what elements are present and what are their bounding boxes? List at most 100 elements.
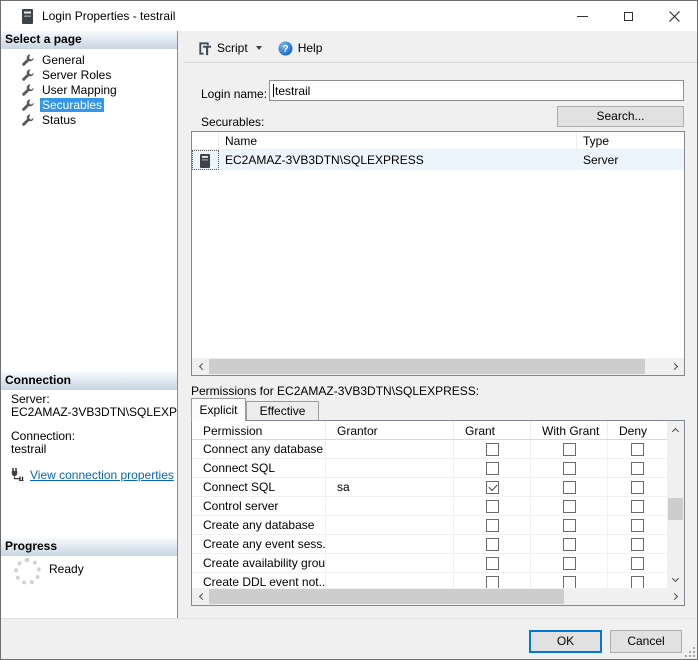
script-button[interactable]: Script — [192, 38, 267, 59]
login-name-value: testrail — [275, 84, 310, 98]
permission-name: Connect SQL — [192, 459, 326, 477]
scroll-down-arrow[interactable] — [667, 571, 684, 588]
scroll-left-arrow[interactable] — [192, 588, 209, 605]
script-icon — [197, 41, 212, 56]
text-caret — [273, 84, 274, 97]
title-bar[interactable]: Login Properties - testrail — [1, 1, 697, 31]
view-connection-properties-link[interactable]: View connection properties — [30, 469, 174, 481]
deny-checkbox[interactable] — [631, 538, 644, 551]
server-app-icon — [22, 9, 34, 27]
connection-value: testrail — [11, 443, 177, 455]
script-dropdown-icon[interactable] — [256, 46, 262, 50]
deny-column-header[interactable]: Deny — [608, 421, 667, 439]
permissions-hscrollbar[interactable] — [192, 588, 684, 605]
deny-checkbox[interactable] — [631, 462, 644, 475]
login-name-input[interactable]: testrail — [269, 80, 684, 101]
scroll-right-arrow[interactable] — [667, 358, 684, 375]
grant-checkbox[interactable] — [486, 481, 499, 494]
permission-name: Create DDL event not... — [192, 573, 326, 588]
with-grant-checkbox[interactable] — [563, 443, 576, 456]
sidebar-item-status[interactable]: Status — [1, 112, 177, 127]
deny-checkbox[interactable] — [631, 443, 644, 456]
grant-checkbox[interactable] — [486, 576, 499, 589]
wrench-icon — [22, 69, 34, 81]
grant-checkbox[interactable] — [486, 519, 499, 532]
securables-list: Name Type EC2AMAZ-3VB3DTN\SQLEXPRESS Ser… — [191, 131, 685, 376]
permission-grantor — [326, 535, 454, 553]
server-icon — [200, 154, 211, 171]
tab-effective[interactable]: Effective — [246, 401, 319, 421]
type-column-header[interactable]: Type — [577, 132, 684, 149]
scroll-up-arrow[interactable] — [667, 421, 684, 438]
with-grant-checkbox[interactable] — [563, 538, 576, 551]
scroll-thumb[interactable] — [209, 589, 564, 604]
search-button[interactable]: Search... — [557, 106, 684, 127]
deny-checkbox[interactable] — [631, 481, 644, 494]
login-name-label: Login name: — [201, 87, 267, 101]
permissions-grid-header: Permission Grantor Grant With Grant Deny — [192, 421, 667, 440]
with-grant-checkbox[interactable] — [563, 519, 576, 532]
permission-grantor — [326, 497, 454, 515]
deny-checkbox[interactable] — [631, 500, 644, 513]
minimize-button[interactable] — [559, 1, 605, 31]
help-button[interactable]: ? Help — [273, 38, 328, 59]
grant-column-header[interactable]: Grant — [454, 421, 531, 439]
with-grant-checkbox[interactable] — [563, 557, 576, 570]
sidebar-item-label: General — [40, 53, 87, 67]
deny-checkbox[interactable] — [631, 576, 644, 589]
name-column-header[interactable]: Name — [219, 132, 577, 149]
permission-name: Create availability group — [192, 554, 326, 572]
grant-checkbox[interactable] — [486, 557, 499, 570]
permission-name: Control server — [192, 497, 326, 515]
with-grant-checkbox[interactable] — [563, 576, 576, 589]
permission-grantor — [326, 440, 454, 458]
securables-hscrollbar[interactable] — [192, 358, 684, 375]
sidebar-item-user-mapping[interactable]: User Mapping — [1, 82, 177, 97]
resize-grip[interactable] — [685, 647, 695, 657]
cancel-button[interactable]: Cancel — [610, 630, 682, 653]
scroll-thumb[interactable] — [209, 359, 645, 374]
sidebar-item-server-roles[interactable]: Server Roles — [1, 67, 177, 82]
permissions-rows: Connect any databaseConnect SQLConnect S… — [192, 440, 667, 588]
grant-checkbox[interactable] — [486, 500, 499, 513]
grant-checkbox[interactable] — [486, 443, 499, 456]
scroll-thumb[interactable] — [668, 498, 683, 520]
scroll-right-arrow[interactable] — [667, 588, 684, 605]
progress-header: Progress — [1, 538, 177, 556]
deny-checkbox[interactable] — [631, 557, 644, 570]
permission-grantor — [326, 459, 454, 477]
deny-checkbox[interactable] — [631, 519, 644, 532]
ok-button[interactable]: OK — [529, 630, 602, 653]
maximize-icon — [624, 12, 633, 21]
permissions-grid: Permission Grantor Grant With Grant Deny… — [191, 420, 685, 606]
connection-properties-icon — [11, 468, 24, 481]
permission-grantor: sa — [326, 478, 454, 496]
toolbar: Script ? Help — [184, 34, 698, 63]
securable-type: Server — [577, 153, 684, 167]
with-grant-column-header[interactable]: With Grant — [531, 421, 608, 439]
securable-row[interactable]: EC2AMAZ-3VB3DTN\SQLEXPRESS Server — [192, 150, 684, 170]
maximize-button[interactable] — [605, 1, 651, 31]
permissions-label: Permissions for EC2AMAZ-3VB3DTN\SQLEXPRE… — [191, 384, 479, 398]
grant-checkbox[interactable] — [486, 462, 499, 475]
permission-name: Connect any database — [192, 440, 326, 458]
grantor-column-header[interactable]: Grantor — [326, 421, 454, 439]
permissions-vscrollbar[interactable] — [667, 421, 684, 588]
securables-label: Securables: — [201, 115, 264, 129]
permission-grantor — [326, 573, 454, 588]
grant-checkbox[interactable] — [486, 538, 499, 551]
wrench-icon — [22, 99, 34, 111]
tab-explicit[interactable]: Explicit — [191, 398, 246, 421]
close-button[interactable] — [651, 1, 697, 31]
minimize-icon — [577, 16, 588, 17]
with-grant-checkbox[interactable] — [563, 500, 576, 513]
select-a-page-header: Select a page — [1, 31, 177, 49]
sidebar-item-securables[interactable]: Securables — [1, 97, 177, 112]
permission-column-header[interactable]: Permission — [192, 421, 326, 439]
progress-status: Ready — [49, 562, 84, 576]
with-grant-checkbox[interactable] — [563, 481, 576, 494]
sidebar-item-general[interactable]: General — [1, 52, 177, 67]
scroll-left-arrow[interactable] — [192, 358, 209, 375]
with-grant-checkbox[interactable] — [563, 462, 576, 475]
icon-column-header[interactable] — [192, 132, 219, 149]
